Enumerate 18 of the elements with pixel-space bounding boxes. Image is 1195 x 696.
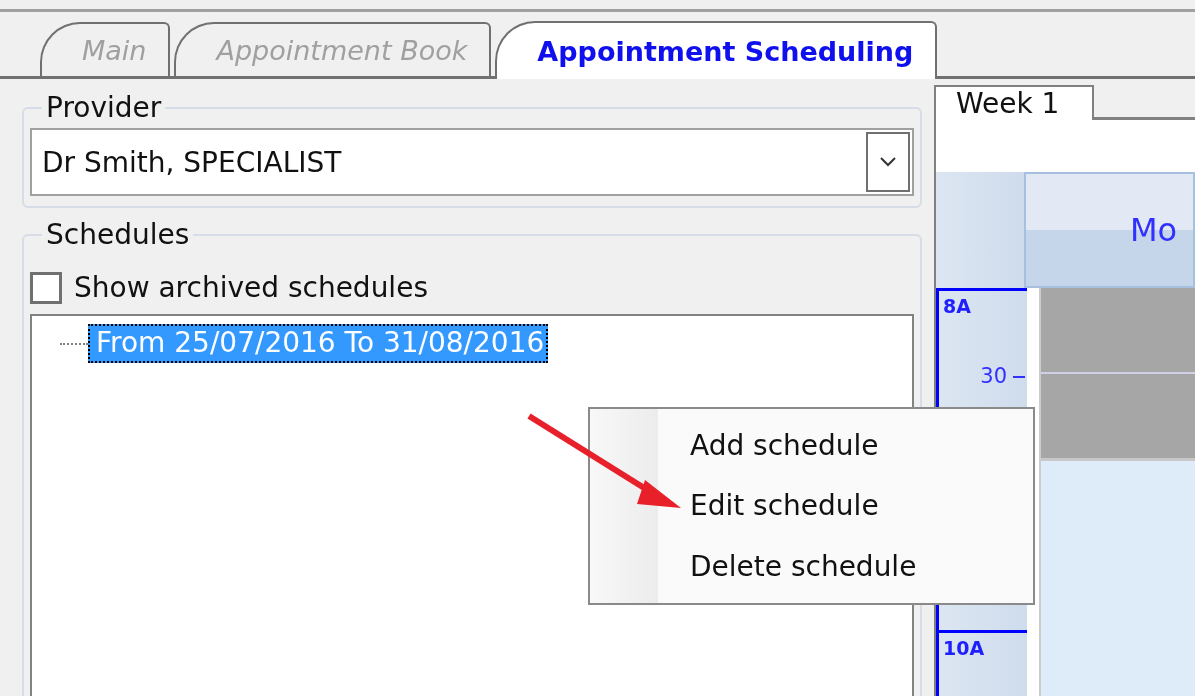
checkbox-label: Show archived schedules bbox=[74, 271, 428, 304]
menu-item[interactable]: Add schedule bbox=[690, 428, 1033, 462]
group-title: Provider bbox=[45, 91, 163, 124]
day-label: Mo bbox=[1130, 211, 1178, 249]
tick-mark bbox=[1013, 376, 1025, 378]
hour-label: 8A bbox=[942, 294, 971, 319]
provider-dropdown[interactable]: Dr Smith, SPECIALIST bbox=[30, 128, 914, 196]
group-title: Schedules bbox=[45, 218, 191, 251]
chevron-down-icon bbox=[880, 157, 896, 167]
menu-item[interactable]: Delete schedule bbox=[690, 550, 1033, 584]
minute-label: 30 bbox=[980, 364, 1007, 388]
hour-label: 10A bbox=[942, 636, 985, 661]
dropdown-value: Dr Smith, SPECIALIST bbox=[42, 145, 342, 179]
menu-item[interactable]: Edit schedule bbox=[690, 489, 1033, 523]
week-tab[interactable]: Week 1 bbox=[934, 85, 1094, 120]
checkbox[interactable] bbox=[30, 271, 62, 304]
dropdown-button[interactable] bbox=[866, 132, 910, 192]
tab[interactable]: Appointment Scheduling bbox=[495, 21, 938, 79]
